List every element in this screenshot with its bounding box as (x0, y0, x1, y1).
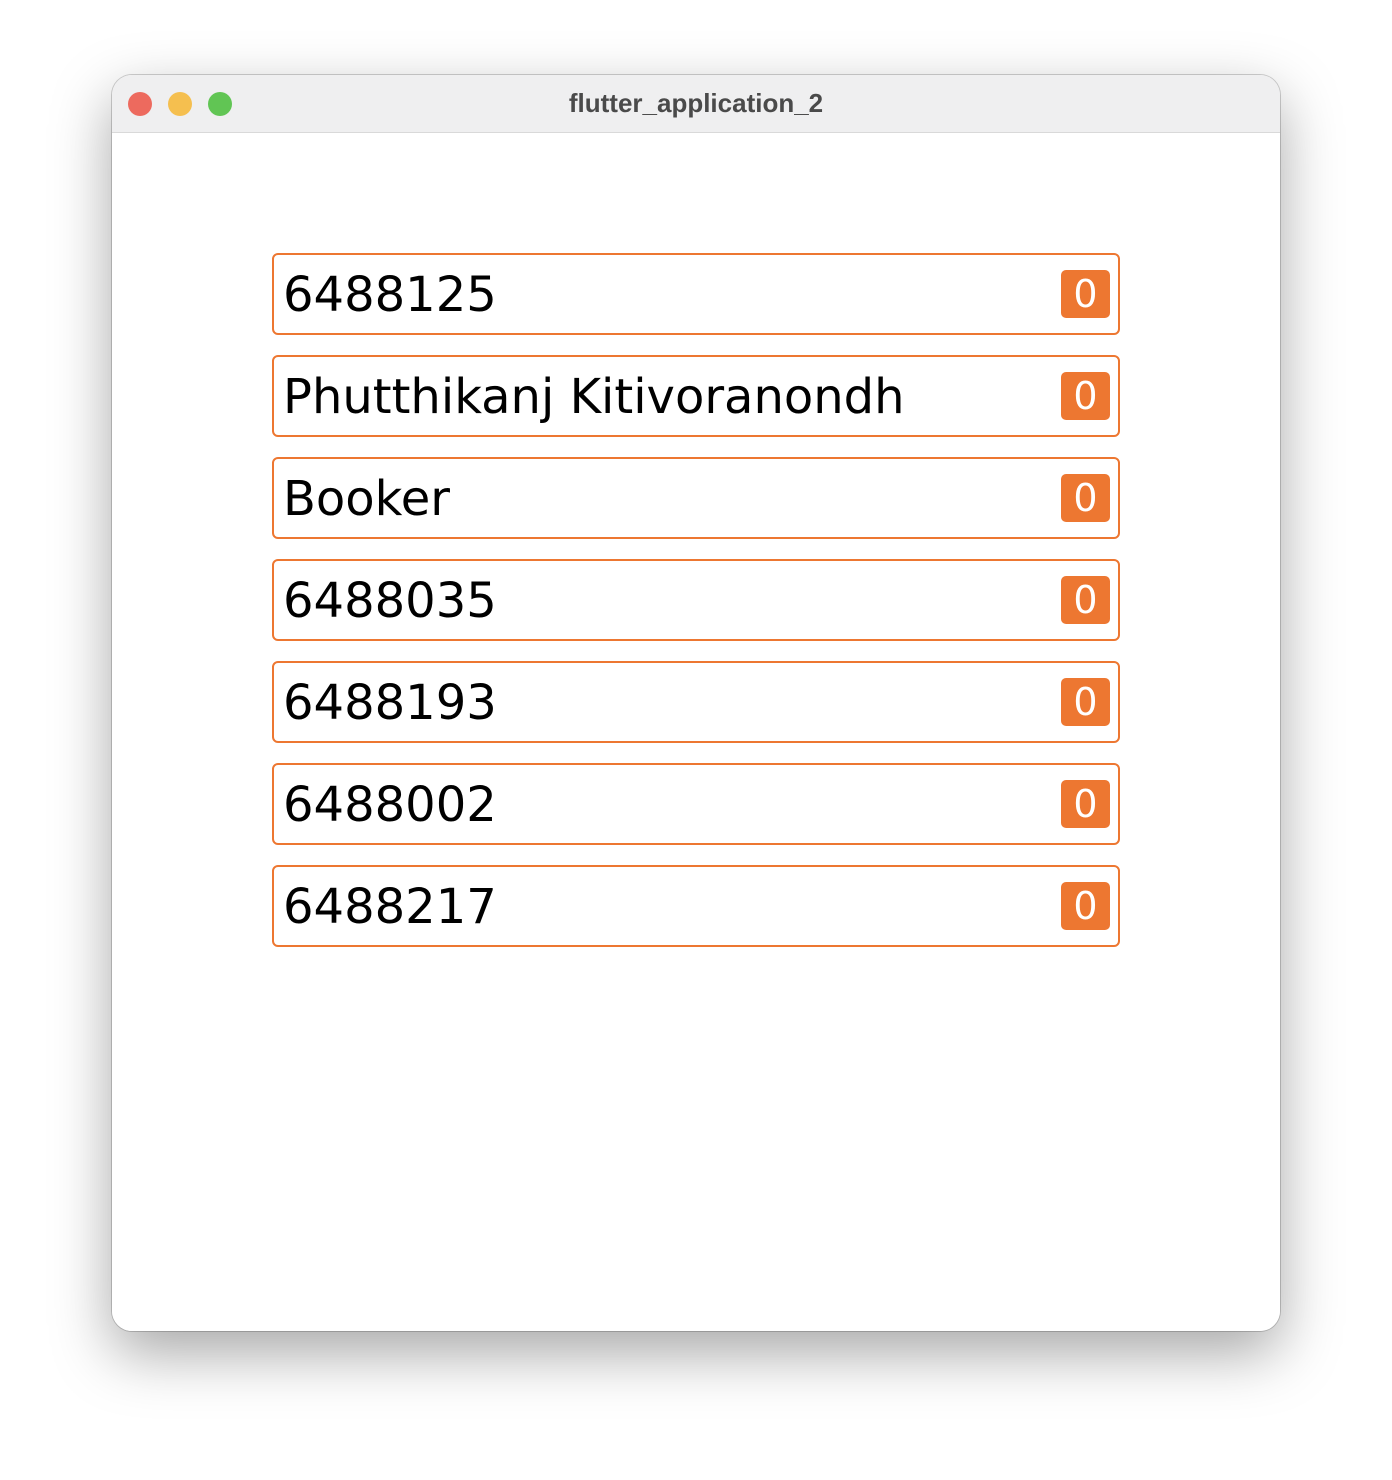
list-item[interactable]: 6488002 0 (272, 763, 1120, 845)
count-badge: 0 (1061, 474, 1110, 522)
list-item-label: Booker (283, 471, 451, 527)
list-item-label: 6488125 (283, 267, 497, 323)
main-content: 6488125 0 Phutthikanj Kitivoranondh 0 Bo… (112, 133, 1280, 1331)
list-item-label: 6488002 (283, 777, 497, 833)
count-badge: 0 (1061, 270, 1110, 318)
list-item[interactable]: 6488035 0 (272, 559, 1120, 641)
window-title: flutter_application_2 (568, 88, 824, 118)
title-bar[interactable]: flutter_application_2 (112, 75, 1280, 133)
list-item-label: 6488217 (283, 879, 497, 935)
count-badge: 0 (1061, 576, 1110, 624)
count-badge: 0 (1061, 372, 1110, 420)
app-window: flutter_application_2 6488125 0 Phutthik… (112, 75, 1280, 1331)
count-badge: 0 (1061, 780, 1110, 828)
list-item-label: 6488193 (283, 675, 497, 731)
list-item[interactable]: 6488125 0 (272, 253, 1120, 335)
list-item-label: 6488035 (283, 573, 497, 629)
count-badge: 0 (1061, 678, 1110, 726)
list-item[interactable]: 6488193 0 (272, 661, 1120, 743)
list-item[interactable]: 6488217 0 (272, 865, 1120, 947)
count-badge: 0 (1061, 882, 1110, 930)
list-item-label: Phutthikanj Kitivoranondh (283, 369, 905, 425)
item-list: 6488125 0 Phutthikanj Kitivoranondh 0 Bo… (272, 253, 1120, 967)
list-item[interactable]: Phutthikanj Kitivoranondh 0 (272, 355, 1120, 437)
list-item[interactable]: Booker 0 (272, 457, 1120, 539)
